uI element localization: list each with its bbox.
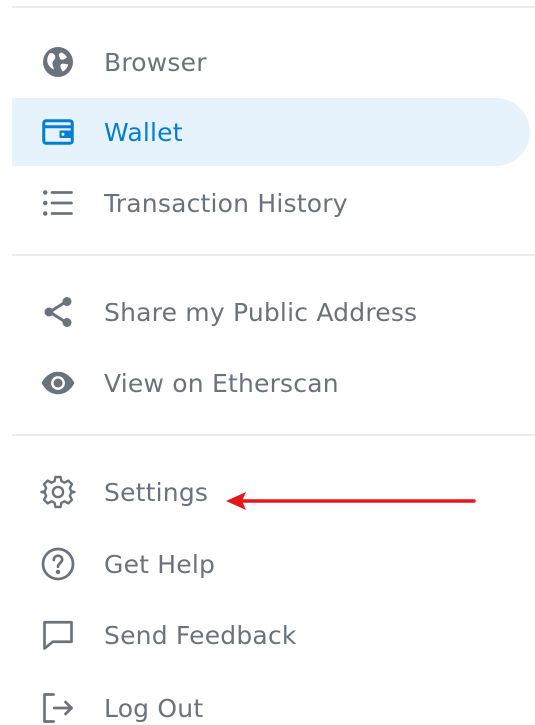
menu-item-log-out[interactable]: Log Out	[12, 674, 530, 725]
menu-item-label: Share my Public Address	[104, 297, 418, 327]
menu-item-label: Get Help	[104, 549, 216, 579]
section-divider	[12, 254, 535, 256]
chat-bubble-icon	[36, 613, 80, 657]
globe-icon	[36, 40, 80, 84]
menu-item-share-public-address[interactable]: Share my Public Address	[12, 278, 530, 346]
menu-item-transaction-history[interactable]: Transaction History	[12, 169, 530, 237]
menu-item-label: Wallet	[104, 117, 183, 147]
menu-item-label: View on Etherscan	[104, 368, 339, 398]
menu-item-label: Settings	[104, 477, 209, 507]
wallet-icon	[36, 110, 80, 154]
menu-item-label: Transaction History	[104, 188, 348, 218]
list-icon	[36, 181, 80, 225]
menu-item-label: Send Feedback	[104, 620, 297, 650]
menu-item-view-on-etherscan[interactable]: View on Etherscan	[12, 349, 530, 417]
menu-item-get-help[interactable]: Get Help	[12, 530, 530, 598]
gear-icon	[36, 470, 80, 514]
menu-item-wallet[interactable]: Wallet	[12, 98, 530, 166]
menu-item-send-feedback[interactable]: Send Feedback	[12, 601, 530, 669]
share-icon	[36, 290, 80, 334]
help-circle-icon	[36, 542, 80, 586]
section-divider	[12, 434, 535, 436]
annotation-arrow	[226, 492, 476, 510]
menu-item-browser[interactable]: Browser	[12, 28, 530, 96]
menu-item-label: Log Out	[104, 693, 204, 723]
top-divider	[12, 6, 535, 8]
logout-icon	[36, 686, 80, 725]
eye-icon	[36, 361, 80, 405]
menu-item-label: Browser	[104, 47, 207, 77]
